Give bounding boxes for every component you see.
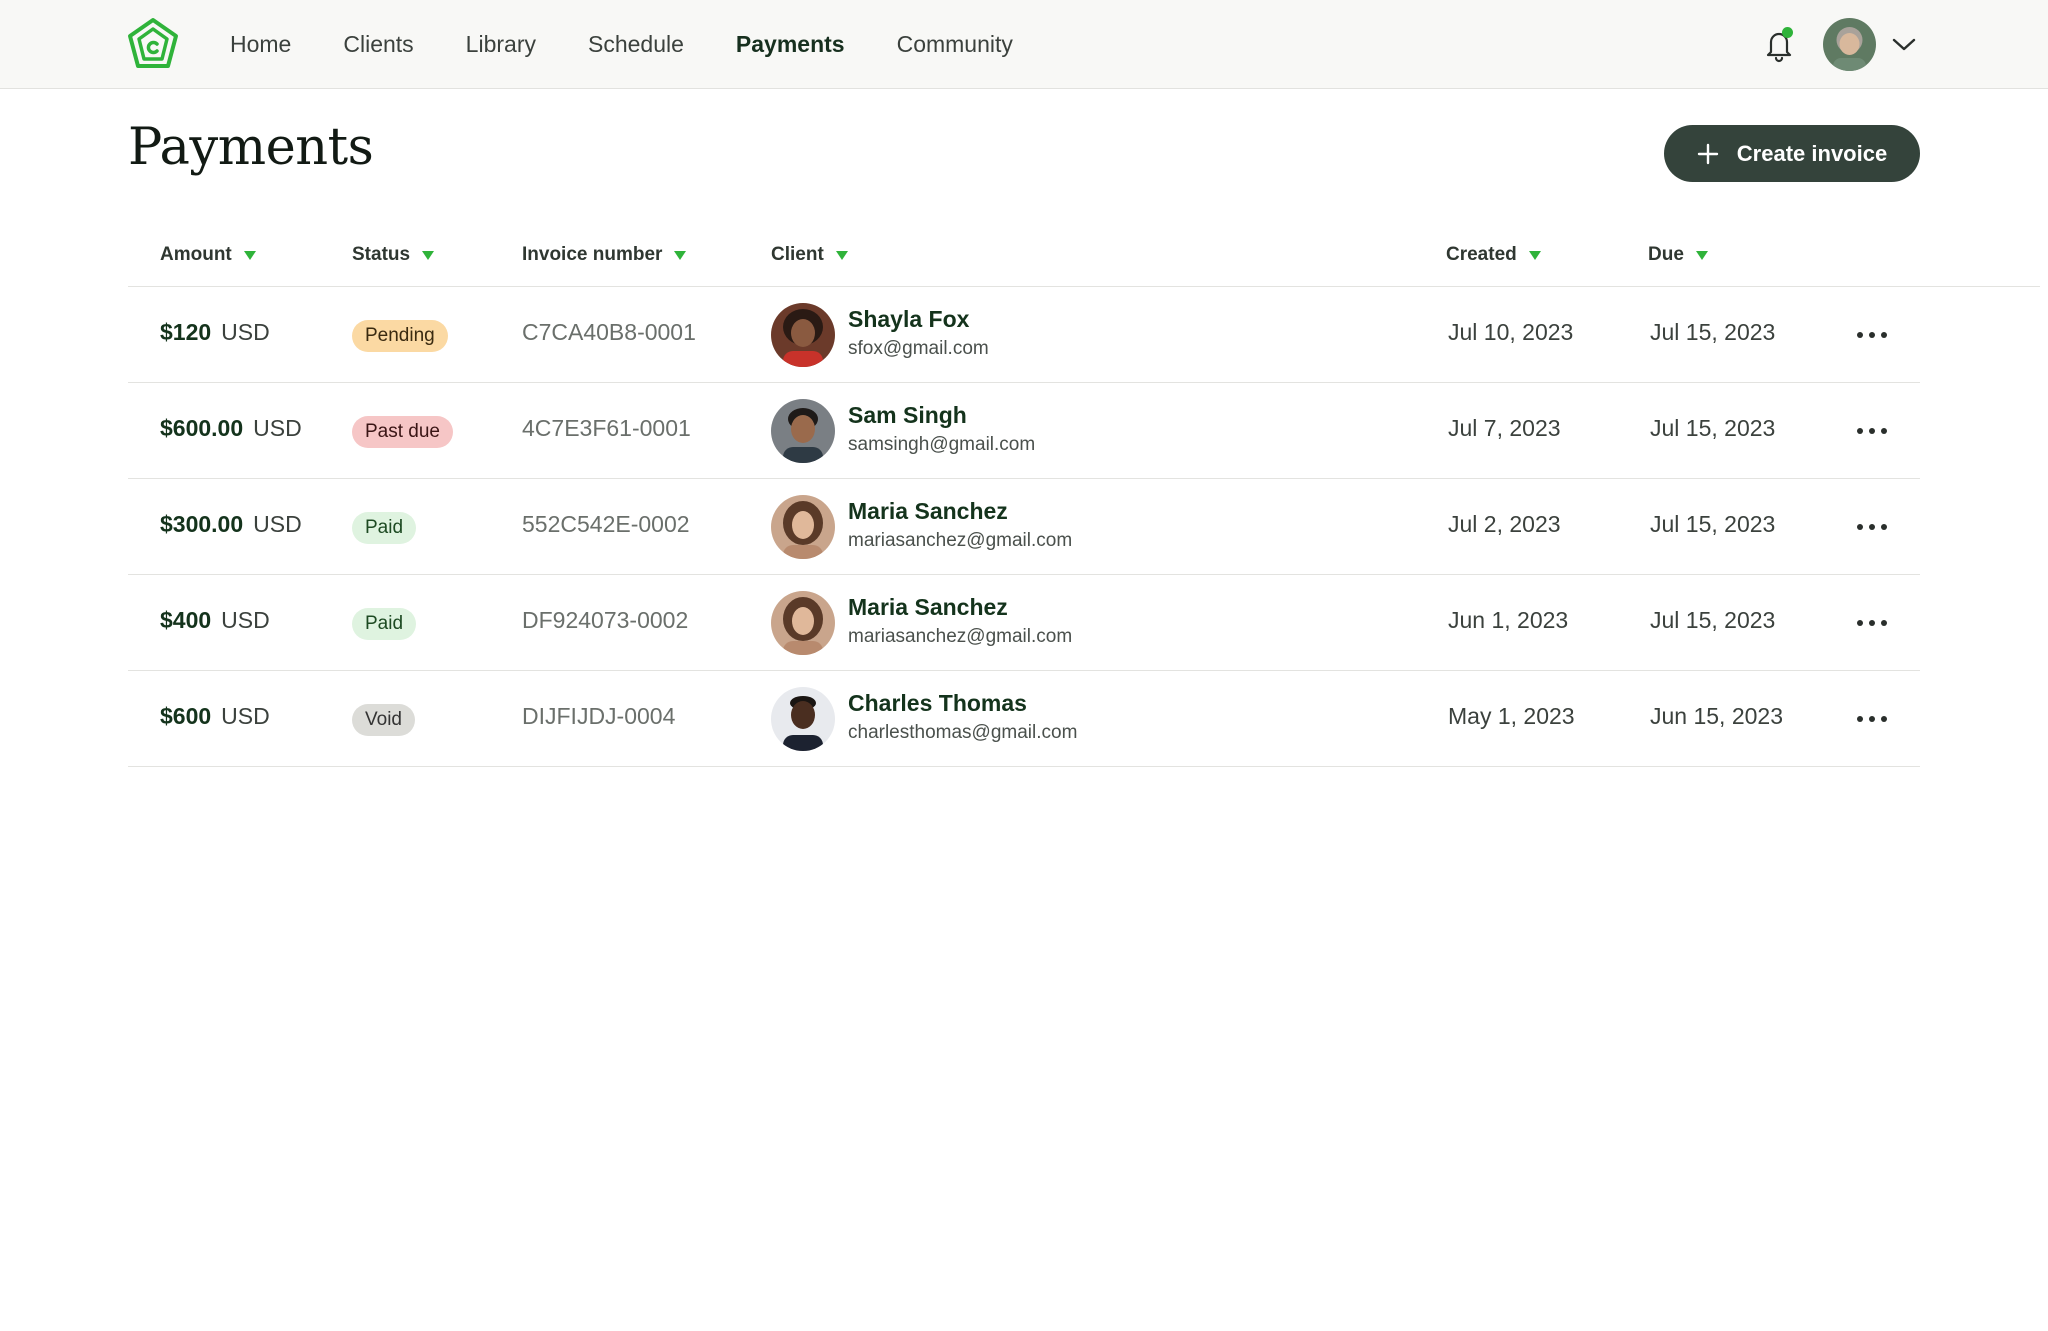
- more-icon[interactable]: [1852, 417, 1892, 445]
- invoice-number[interactable]: 4C7E3F61-0001: [522, 415, 691, 442]
- client-name[interactable]: Shayla Fox: [848, 306, 969, 333]
- status-badge: Void: [352, 704, 415, 736]
- status-badge: Pending: [352, 320, 448, 352]
- client-email: charlesthomas@gmail.com: [848, 722, 1078, 743]
- page-title: Payments: [128, 118, 374, 177]
- amount-currency: USD: [221, 703, 270, 729]
- column-header-due[interactable]: Due: [1648, 244, 1708, 266]
- status-badge: Paid: [352, 512, 417, 544]
- column-header-client[interactable]: Client: [771, 244, 848, 266]
- column-header-status[interactable]: Status: [352, 244, 435, 266]
- table-row[interactable]: $120 USD Pending C7CA40B8-0001 Shayla Fox…: [128, 287, 1920, 383]
- column-header-label: Due: [1648, 244, 1684, 265]
- amount-cell: $120 USD: [160, 319, 270, 346]
- amount-currency: USD: [253, 415, 302, 441]
- user-avatar[interactable]: [1823, 18, 1876, 71]
- nav-item-community[interactable]: Community: [897, 31, 1013, 58]
- invoice-number[interactable]: 552C542E-0002: [522, 511, 690, 538]
- client-avatar: [771, 399, 835, 463]
- amount-currency: USD: [253, 511, 302, 537]
- more-icon[interactable]: [1852, 513, 1892, 541]
- table-header: Amount Status Invoice number Client Crea…: [0, 232, 2048, 286]
- table-row[interactable]: $600 USD Void DIJFIJDJ-0004 Charles Thoma…: [128, 671, 1920, 767]
- plus-icon: [1697, 143, 1718, 164]
- due-date: Jul 15, 2023: [1650, 607, 1776, 633]
- client-avatar: [771, 303, 835, 367]
- client-avatar: [771, 687, 835, 751]
- table-row[interactable]: $400 USD Paid DF924073-0002 Maria Sanchez…: [128, 575, 1920, 671]
- invoice-number[interactable]: DF924073-0002: [522, 607, 688, 634]
- client-name[interactable]: Maria Sanchez: [848, 594, 1008, 621]
- client-email: sfox@gmail.com: [848, 338, 989, 359]
- created-date: Jul 7, 2023: [1448, 415, 1561, 441]
- amount-cell: $600 USD: [160, 703, 270, 730]
- invoice-number[interactable]: C7CA40B8-0001: [522, 319, 696, 346]
- column-header-label: Amount: [160, 244, 232, 265]
- nav-item-library[interactable]: Library: [466, 31, 536, 58]
- amount-cell: $400 USD: [160, 607, 270, 634]
- create-invoice-button[interactable]: Create invoice: [1664, 125, 1920, 182]
- amount-currency: USD: [221, 319, 270, 345]
- sort-arrow-icon: [1528, 250, 1541, 260]
- column-header-label: Created: [1446, 244, 1517, 265]
- amount-value: $300.00: [160, 511, 244, 537]
- due-date: Jul 15, 2023: [1650, 319, 1776, 345]
- client-avatar: [771, 495, 835, 559]
- amount-value: $120: [160, 319, 212, 345]
- column-header-label: Client: [771, 244, 824, 265]
- sort-arrow-icon: [1695, 250, 1708, 260]
- table-row[interactable]: $300.00 USD Paid 552C542E-0002 Maria Sanc…: [128, 479, 1920, 575]
- more-icon[interactable]: [1852, 321, 1892, 349]
- more-icon[interactable]: [1852, 609, 1892, 637]
- notification-dot: [1782, 27, 1793, 38]
- column-header-label: Invoice number: [522, 244, 663, 265]
- client-avatar: [771, 591, 835, 655]
- created-date: Jul 10, 2023: [1448, 319, 1574, 345]
- created-date: Jul 2, 2023: [1448, 511, 1561, 537]
- invoice-number[interactable]: DIJFIJDJ-0004: [522, 703, 675, 730]
- amount-currency: USD: [221, 607, 270, 633]
- logo-icon[interactable]: [126, 17, 180, 71]
- client-name[interactable]: Maria Sanchez: [848, 498, 1008, 525]
- sort-arrow-icon: [243, 250, 256, 260]
- client-name[interactable]: Sam Singh: [848, 402, 967, 429]
- sort-arrow-icon: [422, 250, 435, 260]
- column-header-label: Status: [352, 244, 411, 265]
- status-badge: Past due: [352, 416, 453, 448]
- amount-value: $400: [160, 607, 212, 633]
- nav-item-schedule[interactable]: Schedule: [588, 31, 684, 58]
- amount-value: $600: [160, 703, 212, 729]
- column-header-invoice-number[interactable]: Invoice number: [522, 244, 687, 266]
- due-date: Jul 15, 2023: [1650, 511, 1776, 537]
- nav-item-payments[interactable]: Payments: [736, 31, 845, 58]
- main-nav: Home Clients Library Schedule Payments C…: [230, 0, 1065, 89]
- due-date: Jul 15, 2023: [1650, 415, 1776, 441]
- status-badge: Paid: [352, 608, 417, 640]
- due-date: Jun 15, 2023: [1650, 703, 1784, 729]
- chevron-down-icon[interactable]: [1890, 30, 1918, 58]
- client-email: mariasanchez@gmail.com: [848, 530, 1073, 551]
- column-header-created[interactable]: Created: [1446, 244, 1541, 266]
- amount-cell: $600.00 USD: [160, 415, 302, 442]
- amount-value: $600.00: [160, 415, 244, 441]
- client-email: mariasanchez@gmail.com: [848, 626, 1073, 647]
- sort-arrow-icon: [674, 250, 687, 260]
- client-email: samsingh@gmail.com: [848, 434, 1036, 455]
- column-header-amount[interactable]: Amount: [160, 244, 256, 266]
- top-navigation-bar: Home Clients Library Schedule Payments C…: [0, 0, 2048, 89]
- created-date: May 1, 2023: [1448, 703, 1575, 729]
- sort-arrow-icon: [835, 250, 848, 260]
- nav-item-clients[interactable]: Clients: [343, 31, 413, 58]
- client-name[interactable]: Charles Thomas: [848, 690, 1027, 717]
- amount-cell: $300.00 USD: [160, 511, 302, 538]
- table-row[interactable]: $600.00 USD Past due 4C7E3F61-0001 Sam Si…: [128, 383, 1920, 479]
- create-invoice-label: Create invoice: [1736, 140, 1888, 166]
- nav-item-home[interactable]: Home: [230, 31, 291, 58]
- created-date: Jun 1, 2023: [1448, 607, 1569, 633]
- more-icon[interactable]: [1852, 705, 1892, 733]
